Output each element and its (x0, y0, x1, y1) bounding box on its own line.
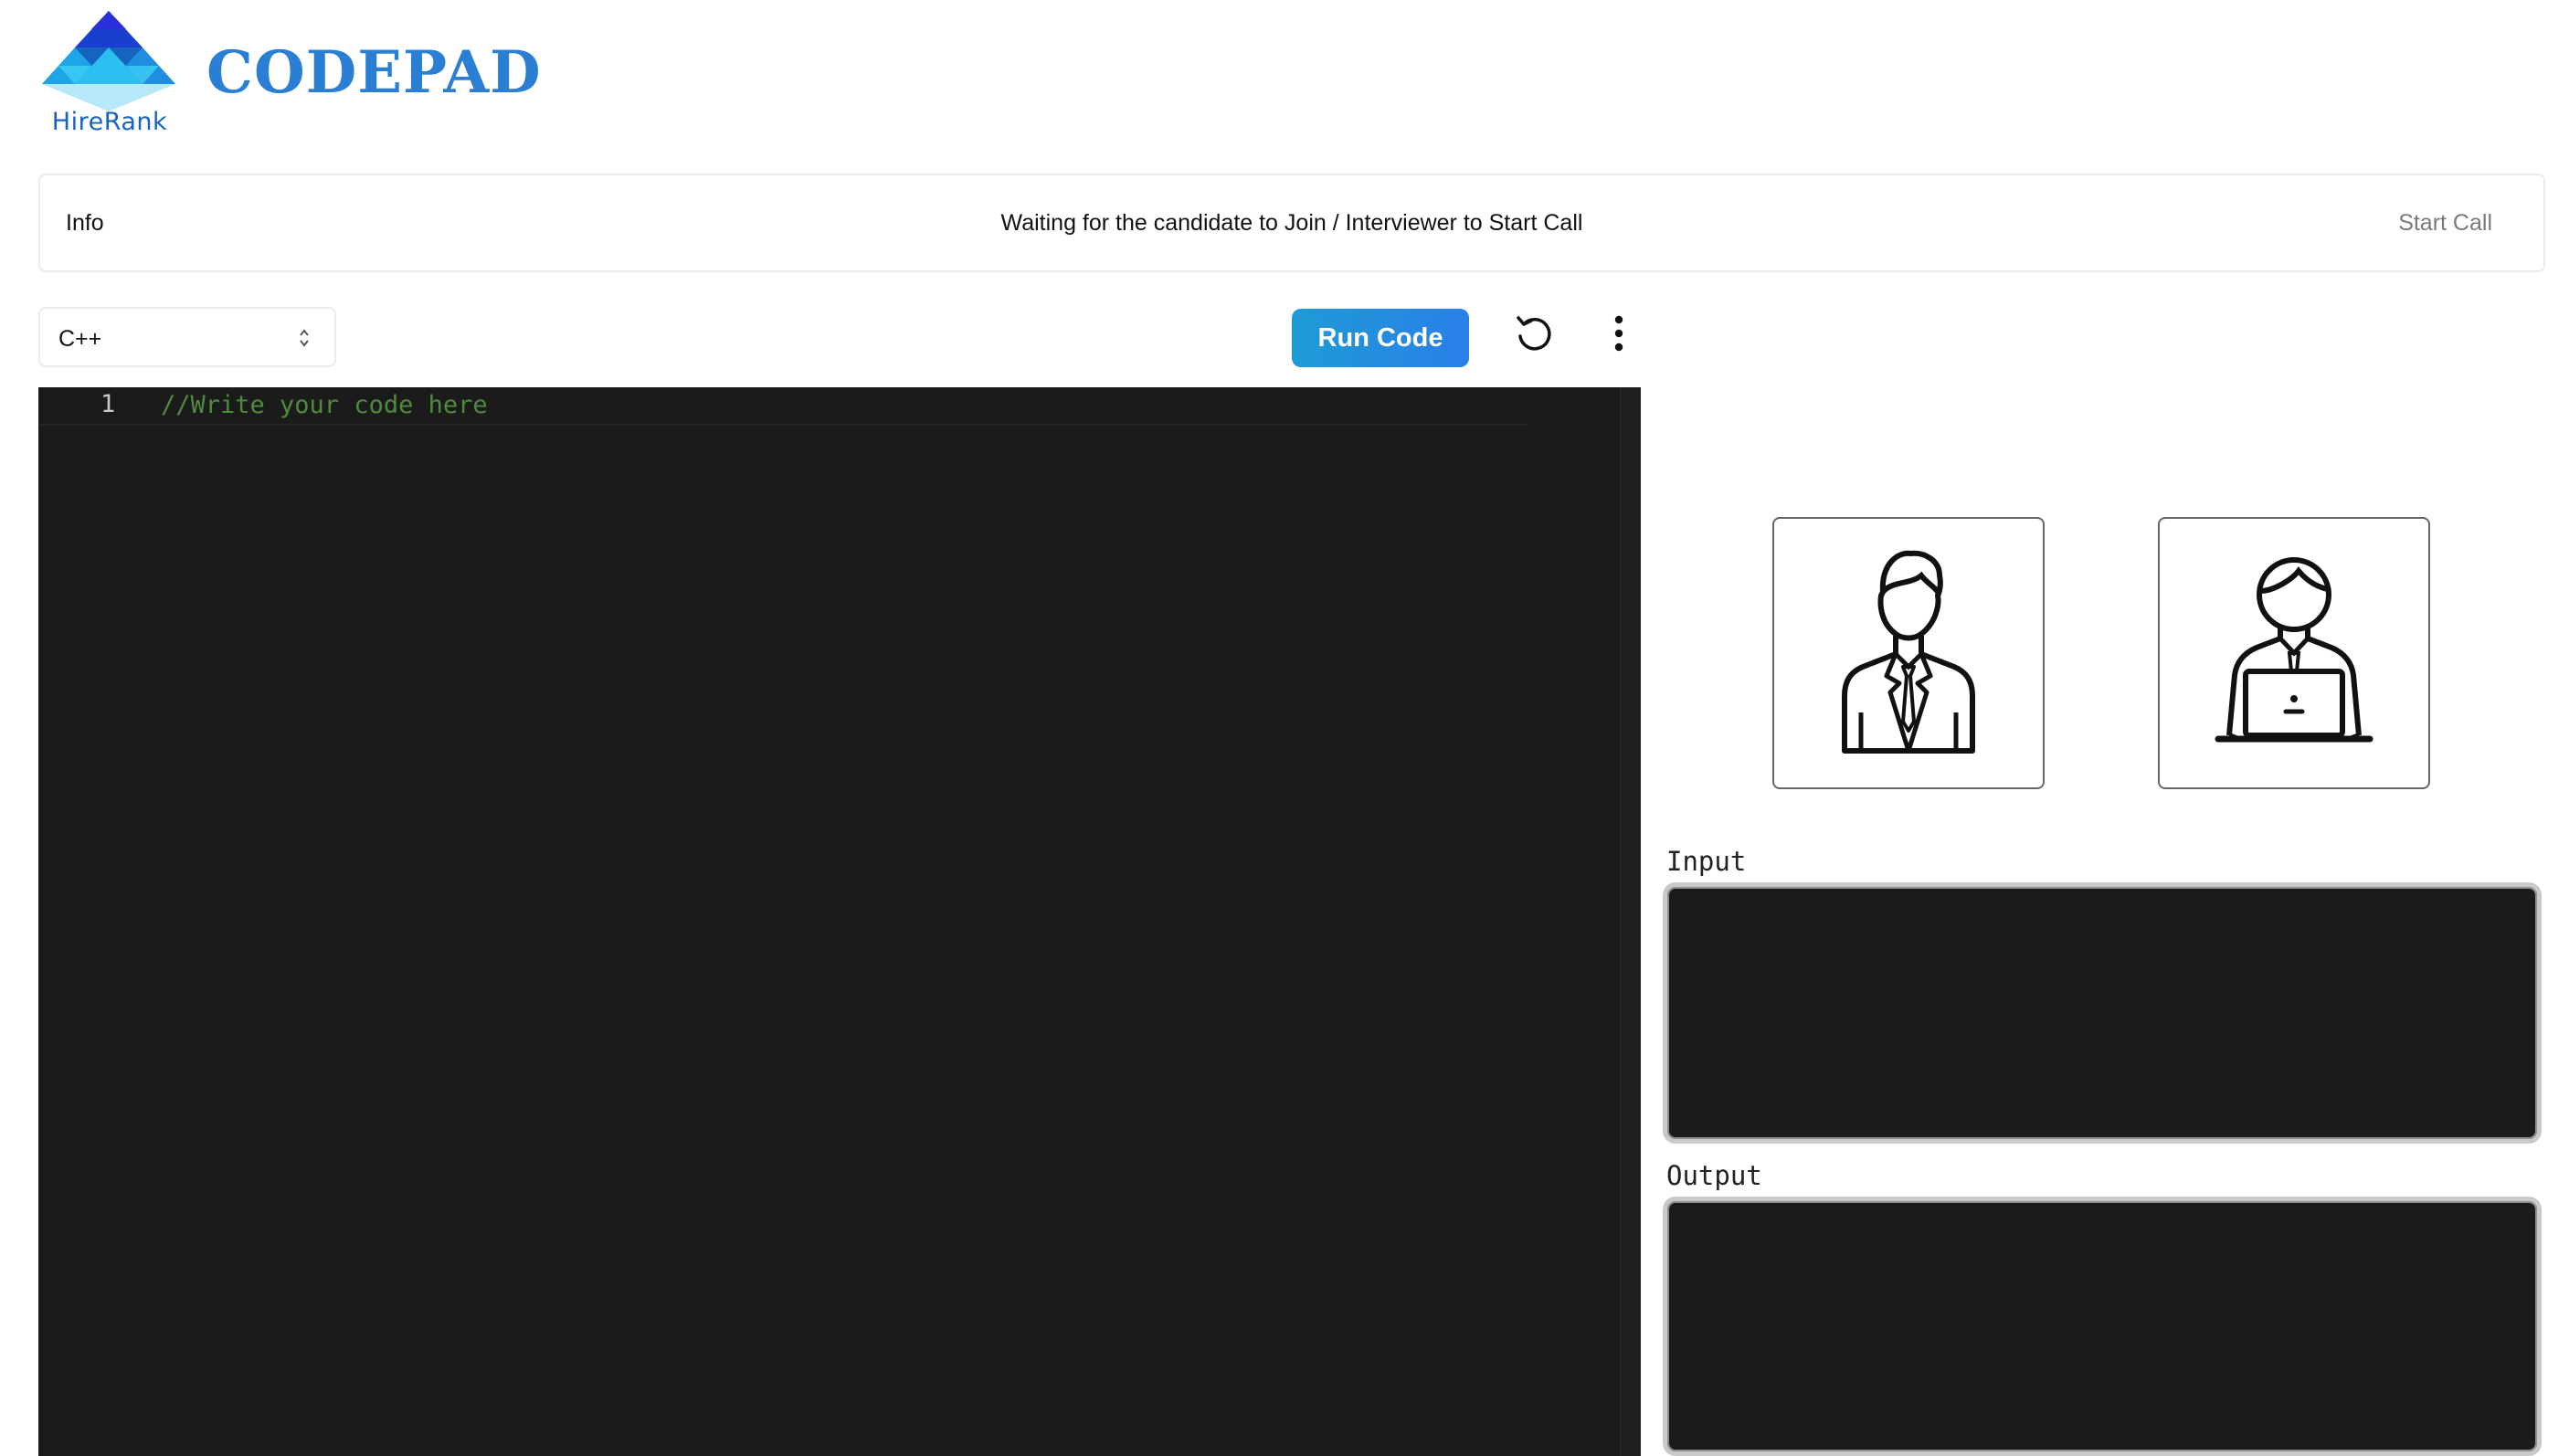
candidate-avatar-icon (2215, 557, 2373, 743)
reset-icon[interactable] (1513, 312, 1555, 354)
call-status-text: Waiting for the candidate to Join / Inte… (1000, 210, 1583, 236)
candidate-video-tile (2158, 517, 2430, 789)
run-code-button[interactable]: Run Code (1292, 309, 1469, 367)
language-value: C++ (58, 326, 102, 352)
interviewer-video-tile (1772, 517, 2045, 789)
editor-line[interactable]: 1 //Write your code here (38, 387, 1528, 426)
language-select[interactable]: C++ (38, 307, 336, 367)
start-call-button[interactable]: Start Call (2398, 210, 2492, 237)
line-number: 1 (100, 390, 116, 418)
output-label: Output (1666, 1160, 1762, 1191)
output-field[interactable] (1663, 1197, 2542, 1456)
code-comment[interactable]: //Write your code here (161, 391, 488, 419)
code-editor[interactable]: 1 //Write your code here (38, 387, 1641, 1456)
brand-title: CODEPAD (206, 38, 542, 107)
interviewer-avatar-icon (1842, 550, 1975, 754)
info-bar: Info Waiting for the candidate to Join /… (38, 174, 2545, 272)
input-field[interactable] (1663, 882, 2542, 1144)
chevron-up-down-icon (300, 329, 309, 347)
more-vertical-icon[interactable] (1606, 312, 1632, 354)
input-label: Input (1666, 846, 1747, 877)
codepad-page: HireRank CODEPAD Info Waiting for the ca… (0, 0, 2569, 1456)
logo-text: HireRank (51, 108, 168, 136)
editor-scrollbar[interactable] (1620, 387, 1641, 1456)
